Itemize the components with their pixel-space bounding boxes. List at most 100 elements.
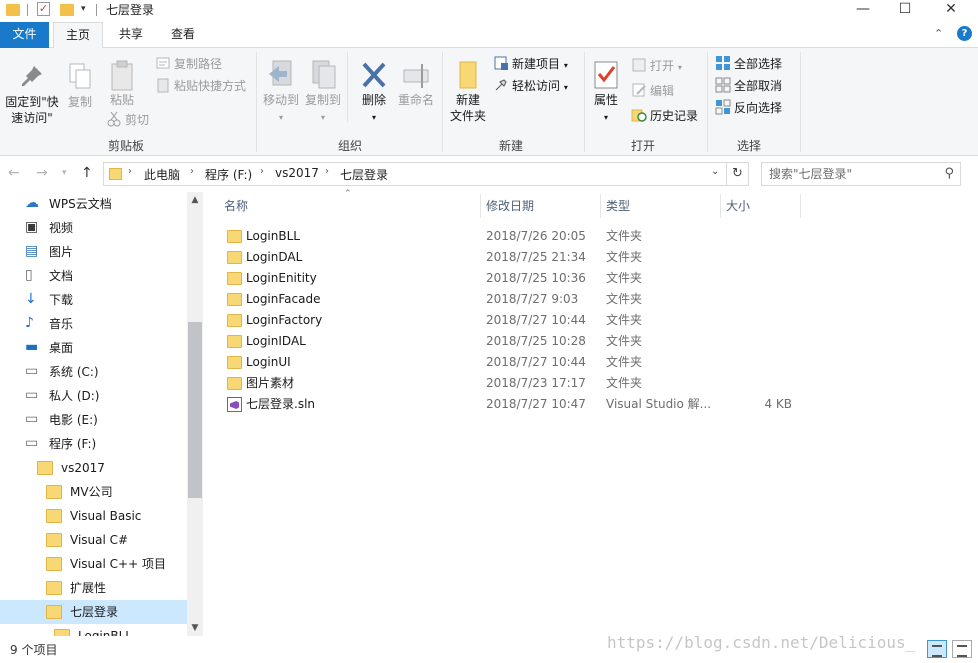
column-header-size[interactable]: 大小 bbox=[726, 192, 798, 220]
search-input[interactable] bbox=[762, 163, 932, 185]
folder-icon bbox=[46, 509, 62, 523]
breadcrumb-chevron-icon[interactable]: › bbox=[325, 166, 329, 177]
copy-to-button[interactable]: 复制到 ▾ bbox=[303, 58, 343, 126]
navigation-scrollbar[interactable]: ▲ ▼ bbox=[187, 192, 203, 636]
delete-button[interactable]: 删除 ▾ bbox=[356, 58, 392, 126]
copy-path-button[interactable]: 复制路径 bbox=[155, 55, 222, 73]
large-icons-view-button[interactable] bbox=[952, 640, 972, 658]
easy-access-button[interactable]: 轻松访问 ▾ bbox=[493, 77, 568, 95]
search-icon[interactable]: ⚲ bbox=[944, 166, 954, 181]
nav-item[interactable]: ▣ 视频 bbox=[0, 216, 187, 240]
properties-button[interactable]: 属性 ▾ bbox=[589, 58, 623, 126]
close-button[interactable]: ✕ bbox=[928, 0, 974, 22]
nav-item-label: 电影 (E:) bbox=[49, 413, 98, 427]
copy-button[interactable]: 复制 bbox=[62, 60, 98, 110]
column-header-name[interactable]: 名称 bbox=[224, 192, 480, 220]
history-button[interactable]: 历史记录 bbox=[631, 107, 698, 125]
nav-item[interactable]: Visual Basic bbox=[0, 504, 187, 528]
select-all-button[interactable]: 全部选择 bbox=[715, 55, 782, 73]
file-row[interactable]: LoginEnitity 2018/7/25 10:36 文件夹 bbox=[222, 268, 802, 289]
nav-item[interactable]: ▭ 电影 (E:) bbox=[0, 408, 187, 432]
refresh-button[interactable]: ↻ bbox=[727, 162, 749, 186]
nav-item[interactable]: ♪ 音乐 bbox=[0, 312, 187, 336]
breadcrumb-current-folder[interactable]: 七层登录 bbox=[340, 166, 388, 183]
cut-button[interactable]: 剪切 bbox=[106, 111, 149, 129]
tab-file[interactable]: 文件 bbox=[0, 22, 49, 48]
up-arrow-icon[interactable]: ↑ bbox=[81, 165, 93, 181]
file-name: 图片素材 bbox=[246, 376, 295, 390]
move-to-button[interactable]: 移动到 ▾ bbox=[262, 58, 300, 126]
paste-button[interactable]: 粘贴 bbox=[104, 58, 140, 108]
nav-item-label: 文档 bbox=[49, 269, 74, 283]
customize-quick-access-chevron-icon[interactable]: ▾ bbox=[81, 4, 86, 14]
easy-access-icon bbox=[493, 77, 509, 93]
scroll-up-arrow-icon[interactable]: ▲ bbox=[187, 192, 203, 208]
breadcrumb-drive-f[interactable]: 程序 (F:) bbox=[205, 166, 252, 183]
search-box[interactable]: ⚲ bbox=[761, 162, 961, 186]
nav-item[interactable]: ▭ 系统 (C:) bbox=[0, 360, 187, 384]
minimize-button[interactable]: — bbox=[840, 0, 886, 22]
tab-view[interactable]: 查看 bbox=[160, 22, 206, 48]
column-separator[interactable] bbox=[800, 194, 801, 218]
scrollbar-thumb[interactable] bbox=[188, 322, 202, 498]
nav-item[interactable]: Visual C++ 项目 bbox=[0, 552, 187, 576]
help-icon[interactable]: ? bbox=[957, 26, 972, 41]
file-row[interactable]: LoginDAL 2018/7/25 21:34 文件夹 bbox=[222, 247, 802, 268]
nav-item[interactable]: MV公司 bbox=[0, 480, 187, 504]
invert-selection-button[interactable]: 反向选择 bbox=[715, 99, 782, 117]
column-header-date-modified[interactable]: 修改日期 bbox=[486, 192, 598, 220]
nav-item[interactable]: ↓ 下载 bbox=[0, 288, 187, 312]
nav-item[interactable]: vs2017 bbox=[0, 456, 187, 480]
edit-button[interactable]: 编辑 bbox=[631, 82, 674, 100]
maximize-button[interactable]: ☐ bbox=[882, 0, 928, 22]
column-separator[interactable] bbox=[480, 194, 481, 218]
address-history-chevron-icon[interactable]: ⌄ bbox=[711, 166, 719, 177]
address-bar[interactable]: › 此电脑 › 程序 (F:) › vs2017 › 七层登录 ⌄ bbox=[103, 162, 727, 186]
nav-item[interactable]: Visual C# bbox=[0, 528, 187, 552]
nav-item[interactable]: LoginBLL bbox=[0, 624, 187, 636]
new-folder-quick-access-icon[interactable] bbox=[60, 4, 74, 16]
open-group-label: 打开 bbox=[630, 139, 655, 153]
column-separator[interactable] bbox=[600, 194, 601, 218]
scroll-down-arrow-icon[interactable]: ▼ bbox=[187, 620, 203, 636]
back-arrow-icon[interactable]: ← bbox=[8, 165, 20, 181]
rename-button[interactable]: 重命名 bbox=[396, 58, 436, 108]
file-row[interactable]: 图片素材 2018/7/23 17:17 文件夹 bbox=[222, 373, 802, 394]
pin-to-quick-access-button[interactable]: 固定到"快 速访问" bbox=[2, 60, 62, 126]
nav-item[interactable]: ▬ 桌面 bbox=[0, 336, 187, 360]
nav-item[interactable]: 七层登录 bbox=[0, 600, 187, 624]
forward-arrow-icon[interactable]: → bbox=[36, 165, 48, 181]
breadcrumb-chevron-icon[interactable]: › bbox=[260, 166, 264, 177]
nav-item[interactable]: ▯ 文档 bbox=[0, 264, 187, 288]
properties-quick-access-icon[interactable]: ✓ bbox=[37, 2, 50, 16]
divider bbox=[800, 52, 801, 152]
column-header-type[interactable]: 类型 bbox=[606, 192, 718, 220]
tab-share[interactable]: 共享 bbox=[108, 22, 154, 48]
file-row[interactable]: LoginUI 2018/7/27 10:44 文件夹 bbox=[222, 352, 802, 373]
breadcrumb-chevron-icon[interactable]: › bbox=[128, 166, 132, 177]
breadcrumb-this-pc[interactable]: 此电脑 bbox=[144, 166, 180, 183]
breadcrumb-vs2017[interactable]: vs2017 bbox=[275, 166, 319, 180]
column-separator[interactable] bbox=[720, 194, 721, 218]
file-row[interactable]: LoginFacade 2018/7/27 9:03 文件夹 bbox=[222, 289, 802, 310]
nav-item[interactable]: ▭ 程序 (F:) bbox=[0, 432, 187, 456]
file-row[interactable]: 七层登录.sln 2018/7/27 10:47 Visual Studio 解..… bbox=[222, 394, 802, 415]
nav-item[interactable]: ▤ 图片 bbox=[0, 240, 187, 264]
paste-shortcut-button[interactable]: 粘贴快捷方式 bbox=[155, 77, 246, 95]
file-row[interactable]: LoginBLL 2018/7/26 20:05 文件夹 bbox=[222, 226, 802, 247]
open-button[interactable]: 打开 ▾ bbox=[631, 57, 682, 75]
select-none-button[interactable]: 全部取消 bbox=[715, 77, 782, 95]
recent-locations-chevron-icon[interactable]: ▾ bbox=[62, 168, 67, 178]
nav-item[interactable]: ▭ 私人 (D:) bbox=[0, 384, 187, 408]
tab-home[interactable]: 主页 bbox=[53, 22, 103, 49]
folder-icon bbox=[227, 356, 242, 369]
nav-item[interactable]: ☁ WPS云文档 bbox=[0, 192, 187, 216]
new-item-button[interactable]: 新建项目 ▾ bbox=[493, 55, 568, 73]
breadcrumb-chevron-icon[interactable]: › bbox=[190, 166, 194, 177]
details-view-button[interactable] bbox=[927, 640, 947, 658]
nav-item[interactable]: 扩展性 bbox=[0, 576, 187, 600]
file-row[interactable]: LoginFactory 2018/7/27 10:44 文件夹 bbox=[222, 310, 802, 331]
file-row[interactable]: LoginIDAL 2018/7/25 10:28 文件夹 bbox=[222, 331, 802, 352]
collapse-ribbon-chevron-icon[interactable]: ⌃ bbox=[934, 27, 943, 40]
new-folder-button[interactable]: 新建 文件夹 bbox=[448, 58, 488, 124]
